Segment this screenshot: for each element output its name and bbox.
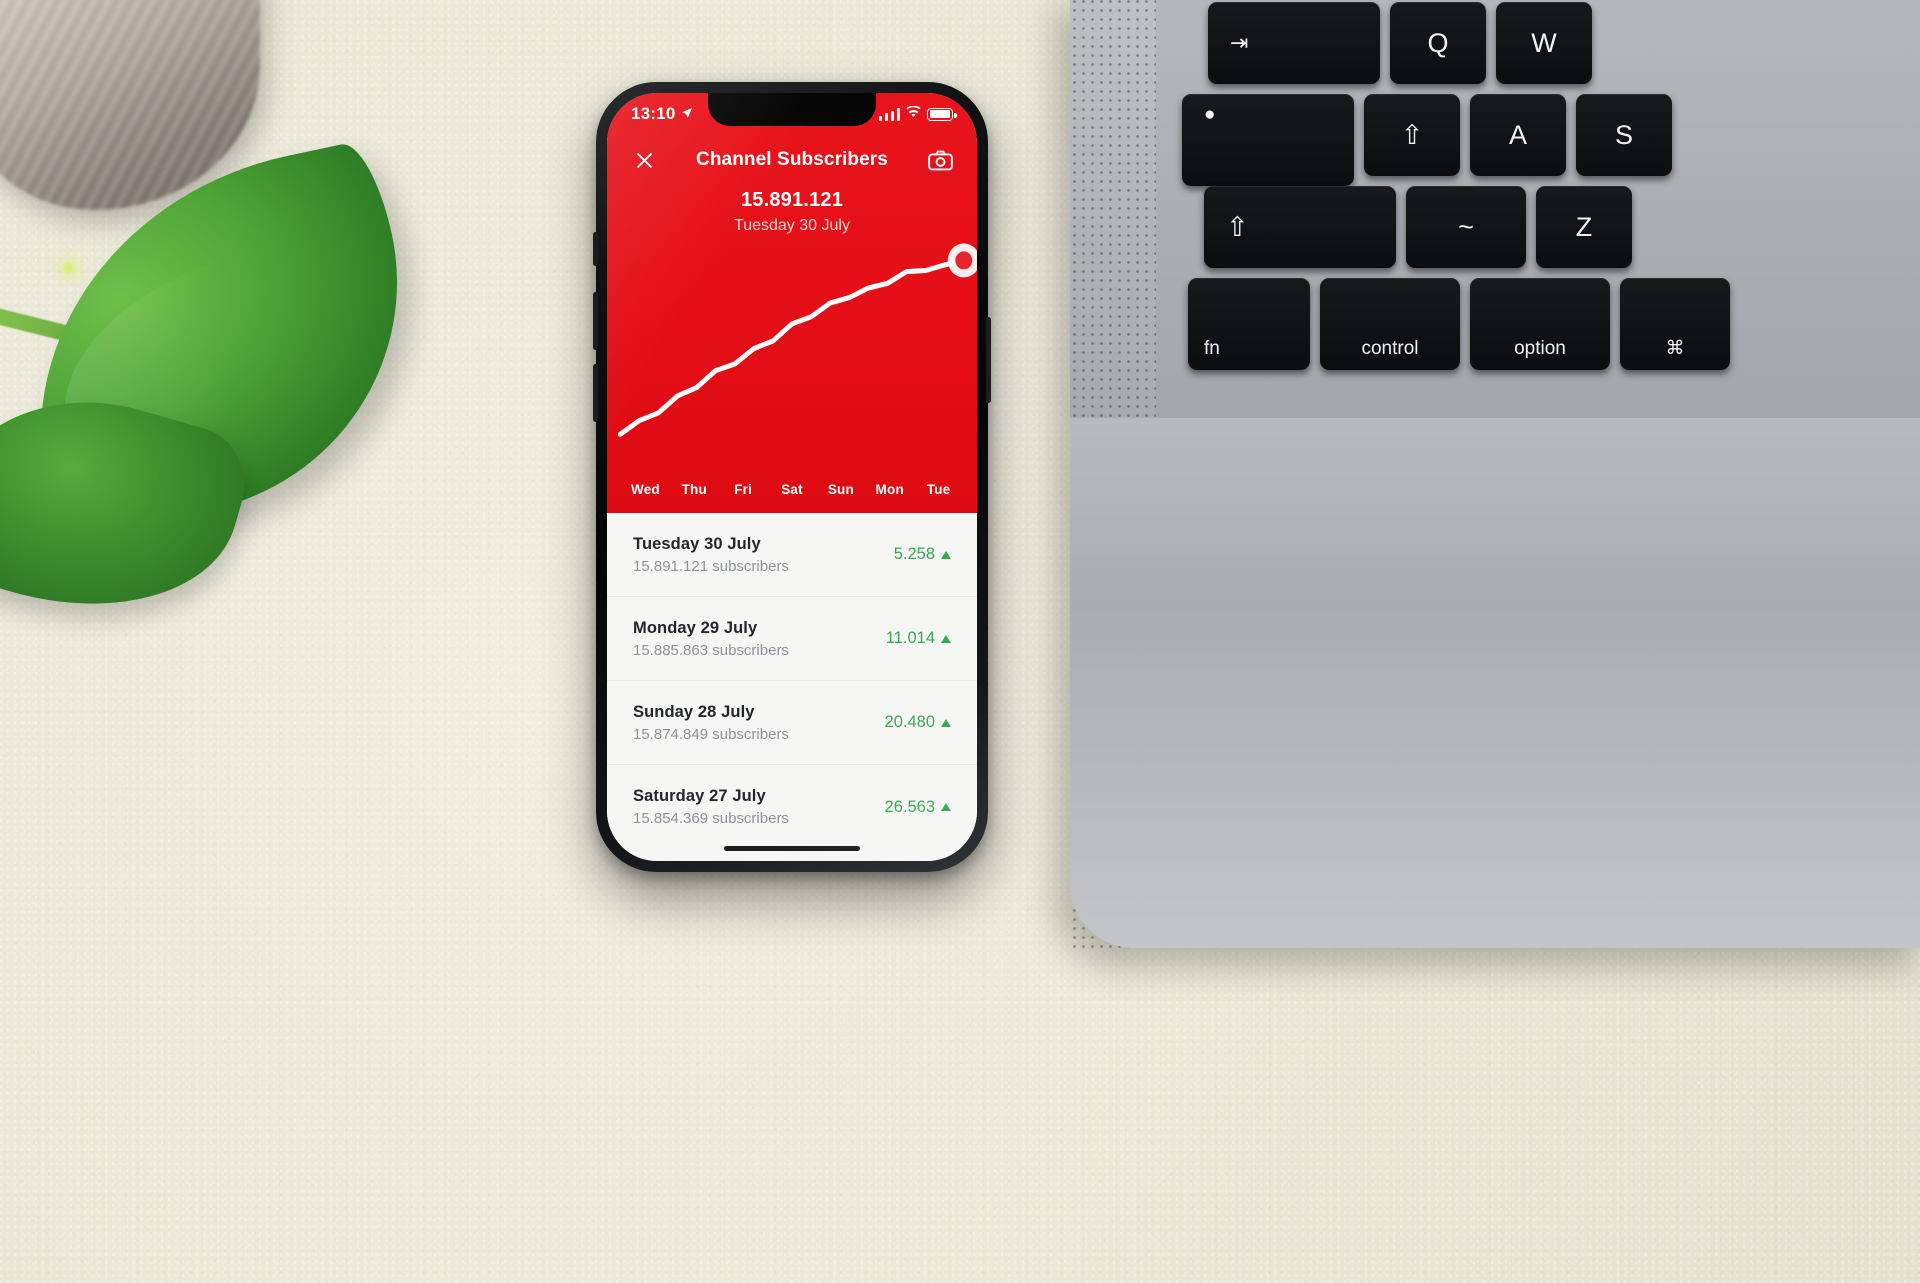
- key-a[interactable]: A: [1470, 94, 1566, 176]
- daily-stats-list[interactable]: Tuesday 30 July 15.891.121 subscribers 5.2…: [607, 513, 977, 861]
- delta-value: 11.014: [885, 629, 935, 647]
- location-arrow-icon: [681, 104, 693, 124]
- list-item-title: Sunday 28 July: [633, 702, 755, 721]
- battery-icon: [927, 107, 957, 121]
- keyboard-row-1: ⇥ Q W: [1208, 2, 1592, 84]
- delta-value: 20.480: [884, 713, 935, 731]
- subscribers-line-chart[interactable]: [607, 223, 977, 473]
- close-icon[interactable]: [629, 145, 659, 175]
- keyboard-row-2: ● ⇧ A S: [1182, 94, 1672, 186]
- key-q[interactable]: Q: [1390, 2, 1486, 84]
- mute-switch[interactable]: [593, 232, 598, 266]
- home-indicator[interactable]: [724, 846, 860, 851]
- laptop: ⇥ Q W ● ⇧ A S ⇧ ~ Z fn control option ⌘: [1070, 0, 1920, 948]
- key-w[interactable]: W: [1496, 2, 1592, 84]
- laptop-palmrest: [1070, 418, 1920, 948]
- list-item-delta: 20.480: [885, 713, 951, 732]
- key-caps-indicator[interactable]: ●: [1182, 94, 1354, 186]
- cellular-signal-icon: [878, 108, 900, 121]
- key-control[interactable]: control: [1320, 278, 1460, 370]
- key-command[interactable]: ⌘: [1620, 278, 1730, 370]
- desk-scene: ⇥ Q W ● ⇧ A S ⇧ ~ Z fn control option ⌘: [0, 0, 1920, 1283]
- summary-date: Tuesday 30 July: [734, 217, 850, 234]
- status-time: 13:10: [631, 104, 676, 123]
- x-axis-label-fri: Fri: [734, 481, 753, 497]
- chart-selected-point: [947, 243, 977, 278]
- keyboard-row-3: ⇧ ~ Z: [1204, 186, 1632, 268]
- page-title: Channel Subscribers: [696, 149, 888, 170]
- list-item-text: Tuesday 30 July 15.891.121 subscribers: [633, 535, 789, 575]
- delta-value: 5.258: [893, 545, 935, 563]
- trend-up-icon: [941, 634, 951, 643]
- list-item-text: Sunday 28 July 15.874.849 subscribers: [633, 703, 789, 743]
- list-item-title: Monday 29 July: [633, 618, 758, 637]
- iphone-device: 13:10 Channel Subscribers 15.891.121 Tue…: [593, 82, 991, 872]
- power-button[interactable]: [986, 317, 991, 403]
- list-item-delta: 26.563: [885, 798, 951, 817]
- x-axis-label-mon: Mon: [875, 481, 904, 497]
- volume-up-button[interactable]: [593, 292, 598, 350]
- list-item-delta: 11.014: [886, 629, 951, 648]
- list-item[interactable]: Saturday 27 July 15.854.369 subscribers 26…: [607, 765, 977, 849]
- x-axis-label-wed: Wed: [631, 481, 660, 497]
- list-item-subtitle: 15.885.863 subscribers: [633, 641, 789, 659]
- list-item[interactable]: Tuesday 30 July 15.891.121 subscribers 5.2…: [607, 513, 977, 597]
- trend-up-icon: [941, 803, 951, 811]
- list-item-subtitle: 15.854.369 subscribers: [633, 810, 789, 827]
- nav-bar: Channel Subscribers: [607, 137, 977, 183]
- key-shift[interactable]: ⇧: [1204, 186, 1396, 268]
- list-item-subtitle: 15.874.849 subscribers: [633, 725, 789, 743]
- x-axis-label-tue: Tue: [926, 481, 951, 497]
- chart-panel: 13:10 Channel Subscribers 15.891.121 Tue…: [607, 93, 977, 513]
- wifi-icon: [906, 105, 921, 123]
- key-z[interactable]: Z: [1536, 186, 1632, 268]
- status-bar-left: 13:10: [631, 104, 693, 124]
- keyboard-row-4: fn control option ⌘: [1188, 278, 1730, 370]
- list-item-text: Saturday 27 July 15.854.369 subscribers: [633, 787, 789, 827]
- key-tab[interactable]: ⇥: [1208, 2, 1380, 84]
- key-s[interactable]: S: [1576, 94, 1672, 176]
- x-axis-label-sun: Sun: [827, 481, 854, 497]
- delta-value: 26.563: [884, 797, 935, 816]
- trend-up-icon: [941, 550, 951, 559]
- key-tilde[interactable]: ~: [1406, 186, 1526, 268]
- key-option[interactable]: option: [1470, 278, 1610, 370]
- chart-x-axis: Wed Thu Fri Sat Sun Mon Tue: [607, 471, 977, 507]
- phone-screen: 13:10 Channel Subscribers 15.891.121 Tue…: [607, 93, 977, 861]
- list-item-title: Saturday 27 July: [633, 787, 766, 805]
- list-item-title: Tuesday 30 July: [633, 534, 761, 553]
- key-shift-left[interactable]: ⇧: [1364, 94, 1460, 176]
- list-item[interactable]: Monday 29 July 15.885.863 subscribers 11.0…: [607, 597, 977, 681]
- key-fn[interactable]: fn: [1188, 278, 1310, 370]
- trend-up-icon: [941, 718, 951, 727]
- status-bar-right: [878, 105, 957, 123]
- status-bar: 13:10: [607, 99, 977, 129]
- camera-icon[interactable]: [925, 145, 955, 175]
- x-axis-label-sat: Sat: [781, 481, 803, 497]
- laptop-keybed: ⇥ Q W ● ⇧ A S ⇧ ~ Z fn control option ⌘: [1156, 0, 1920, 418]
- list-item[interactable]: Sunday 28 July 15.874.849 subscribers 20.4…: [607, 681, 977, 765]
- list-item-subtitle: 15.891.121 subscribers: [633, 557, 789, 575]
- summary-value: 15.891.121: [740, 189, 844, 211]
- list-item-text: Monday 29 July 15.885.863 subscribers: [633, 619, 789, 659]
- summary-block: 15.891.121 Tuesday 30 July: [607, 189, 977, 235]
- volume-down-button[interactable]: [593, 364, 598, 422]
- x-axis-label-thu: Thu: [681, 481, 707, 497]
- list-item-delta: 5.258: [894, 545, 951, 564]
